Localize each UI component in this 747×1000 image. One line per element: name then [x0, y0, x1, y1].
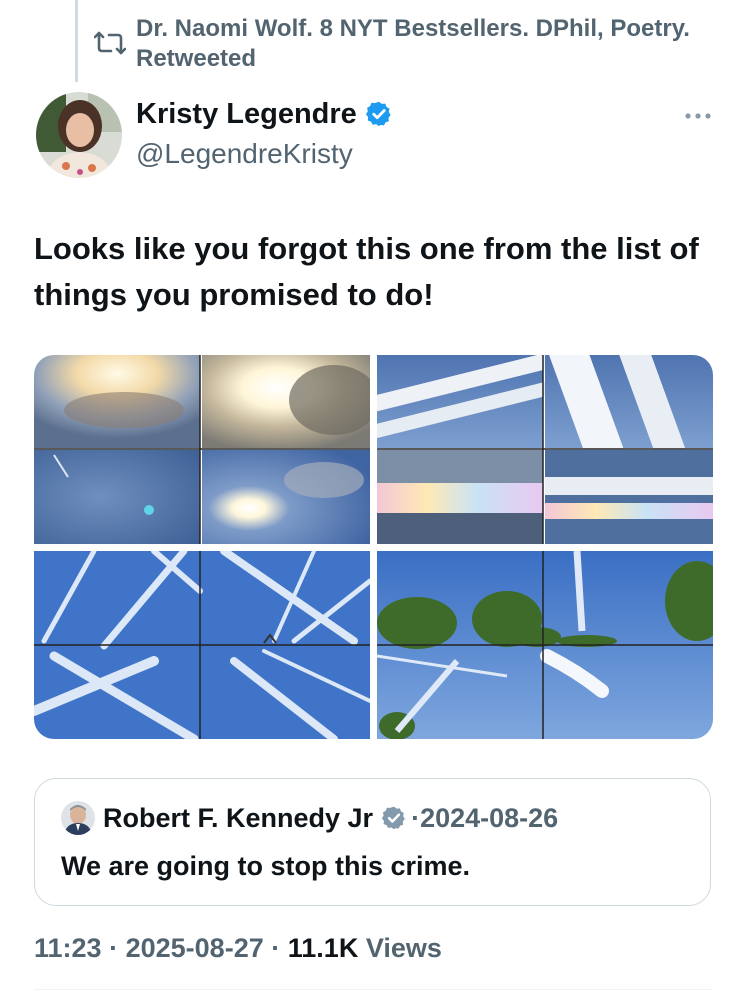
- media-image-3[interactable]: [34, 551, 370, 739]
- tweet-date[interactable]: 2025-08-27: [126, 933, 264, 963]
- media-grid: [34, 355, 713, 739]
- retweet-icon: [94, 31, 126, 55]
- quoted-author-name[interactable]: Robert F. Kennedy Jr: [103, 799, 373, 837]
- quoted-author-avatar[interactable]: [61, 801, 95, 835]
- quoted-tweet[interactable]: Robert F. Kennedy Jr · 2024-08-26 We are…: [34, 778, 711, 906]
- author-handle[interactable]: @LegendreKristy: [136, 136, 353, 172]
- quoted-header: Robert F. Kennedy Jr · 2024-08-26: [103, 799, 558, 837]
- author-name-row[interactable]: Kristy Legendre: [136, 96, 393, 132]
- quoted-date[interactable]: 2024-08-26: [420, 799, 558, 837]
- verified-badge-icon: [365, 101, 391, 127]
- more-options-icon[interactable]: [683, 106, 713, 126]
- author-name[interactable]: Kristy Legendre: [136, 96, 357, 132]
- tweet-text: Looks like you forgot this one from the …: [34, 231, 699, 312]
- views-count[interactable]: 11.1K: [288, 933, 359, 963]
- thread-line: [75, 0, 78, 82]
- author-avatar[interactable]: [36, 92, 122, 178]
- meta-separator: ·: [271, 933, 281, 963]
- meta-separator: ·: [109, 933, 119, 963]
- divider: [34, 989, 713, 990]
- tweet-meta: 11:23 · 2025-08-27 · 11.1K Views: [34, 929, 442, 967]
- quoted-text: We are going to stop this crime.: [61, 851, 471, 881]
- retweeted-by-label[interactable]: Dr. Naomi Wolf. 8 NYT Bestsellers. DPhil…: [136, 14, 696, 74]
- views-label: Views: [365, 933, 442, 963]
- government-badge-icon: [381, 806, 405, 830]
- media-image-4[interactable]: [377, 551, 713, 739]
- media-image-2[interactable]: [377, 355, 713, 544]
- media-image-1[interactable]: [34, 355, 370, 544]
- quoted-separator: ·: [411, 803, 421, 833]
- tweet-time[interactable]: 11:23: [34, 933, 102, 963]
